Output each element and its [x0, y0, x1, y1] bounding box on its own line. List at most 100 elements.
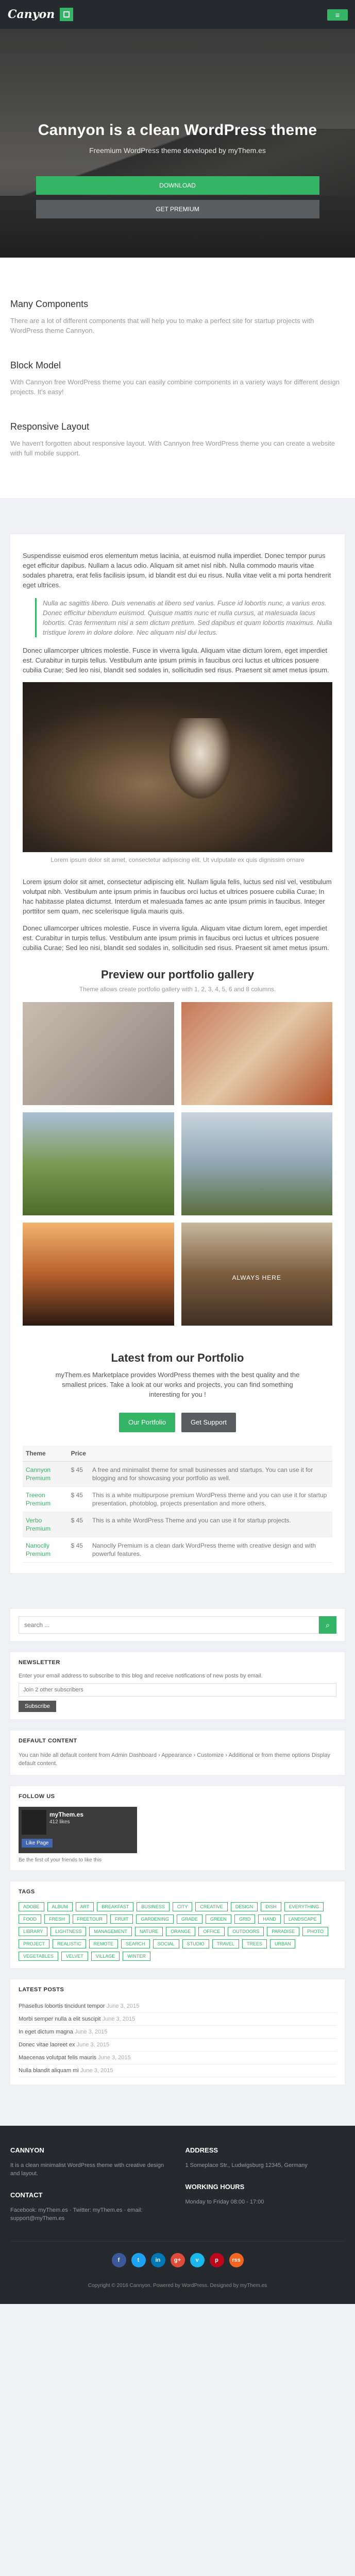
feature-item: Responsive Layout We haven't forgotten a…: [10, 421, 345, 458]
tag-link[interactable]: social: [153, 1939, 179, 1948]
list-item[interactable]: Maecenas volutpat felis mauris June 3, 2…: [19, 2052, 336, 2064]
image-caption: Lorem ipsum dolor sit amet, consectetur …: [50, 856, 305, 863]
tag-link[interactable]: gardening: [136, 1914, 174, 1924]
email-field[interactable]: [19, 1683, 336, 1697]
tag-link[interactable]: business: [137, 1902, 170, 1911]
tag-link[interactable]: nature: [134, 1927, 163, 1936]
latest-posts-widget: LATEST POSTS Phasellus lobortis tincidun…: [10, 1979, 345, 2084]
search-widget: ⌕: [10, 1609, 345, 1641]
tag-link[interactable]: library: [19, 1927, 48, 1936]
paragraph: Donec ullamcorper ultrices molestie. Fus…: [23, 924, 329, 952]
tag-link[interactable]: fruit: [110, 1914, 133, 1924]
column-header: [89, 1446, 332, 1462]
description: Nanoclly Premium is a clean dark WordPre…: [89, 1537, 332, 1563]
table-row: Verbo Premium $ 45 This is a white WordP…: [23, 1512, 332, 1537]
social-icon[interactable]: v: [190, 2253, 205, 2267]
facebook-note: Be the first of your friends to like thi…: [19, 1857, 102, 1863]
subscribe-button[interactable]: Subscribe: [19, 1701, 56, 1712]
paragraph: Donec ullamcorper ultrices molestie. Fus…: [23, 647, 329, 674]
tag-link[interactable]: studio: [182, 1939, 209, 1948]
tag-link[interactable]: adobe: [19, 1902, 44, 1911]
footer-title: WORKING HOURS: [185, 2183, 245, 2191]
social-icon[interactable]: p: [209, 2253, 224, 2267]
gallery-item[interactable]: [181, 1002, 332, 1105]
price: $ 45: [67, 1486, 89, 1512]
footer-title: ADDRESS: [185, 2146, 218, 2154]
gallery-item[interactable]: [181, 1112, 332, 1215]
tag-link[interactable]: fresh: [44, 1914, 70, 1924]
tag-link[interactable]: project: [19, 1939, 50, 1948]
theme-link[interactable]: Nanoclly Premium: [26, 1542, 50, 1557]
list-item[interactable]: Donec vitae laoreet ex June 3, 2015: [19, 2039, 336, 2052]
hero-title: Cannyon is a clean WordPress theme: [38, 122, 317, 139]
copyright: Copyright © 2016 Cannyon. Powered by Wor…: [88, 2283, 267, 2289]
tag-link[interactable]: village: [91, 1952, 120, 1961]
tag-link[interactable]: paradise: [267, 1927, 300, 1936]
list-item[interactable]: In eget dictum magna June 3, 2015: [19, 2026, 336, 2039]
gallery-item[interactable]: [23, 1112, 174, 1215]
tag-link[interactable]: office: [198, 1927, 225, 1936]
tag-link[interactable]: photo: [302, 1927, 328, 1936]
gallery-item[interactable]: ALWAYS HERE: [181, 1223, 332, 1326]
widget-title: DEFAULT CONTENT: [19, 1738, 77, 1744]
tag-link[interactable]: freetour: [72, 1914, 107, 1924]
tag-link[interactable]: realistic: [53, 1939, 86, 1948]
theme-link[interactable]: Treeon Premium: [26, 1492, 50, 1507]
tag-link[interactable]: dish: [261, 1902, 281, 1911]
tag-link[interactable]: design: [230, 1902, 258, 1911]
get-premium-button[interactable]: GET PREMIUM: [36, 200, 319, 218]
tag-link[interactable]: remote: [89, 1939, 119, 1948]
tag-link[interactable]: trees: [242, 1939, 267, 1948]
facebook-box[interactable]: myThem.es 412 likes Like Page: [19, 1807, 137, 1853]
tag-link[interactable]: grid: [234, 1914, 256, 1924]
our-portfolio-button[interactable]: Our Portfolio: [119, 1413, 175, 1432]
tag-link[interactable]: creative: [195, 1902, 228, 1911]
tag-link[interactable]: grade: [176, 1914, 202, 1924]
list-item[interactable]: Nulla blandit aliquam mi June 3, 2015: [19, 2064, 336, 2077]
list-item[interactable]: Phasellus lobortis tincidunt tempor June…: [19, 2000, 336, 2013]
tag-link[interactable]: velvet: [61, 1952, 88, 1961]
social-icon[interactable]: f: [111, 2253, 126, 2267]
social-icon[interactable]: rss: [229, 2253, 244, 2267]
tag-link[interactable]: everything: [284, 1902, 324, 1911]
theme-link[interactable]: Cannyon Premium: [26, 1466, 50, 1482]
search-icon[interactable]: ⌕: [319, 1616, 336, 1634]
page-name[interactable]: myThem.es: [49, 1811, 83, 1818]
tag-link[interactable]: breakfast: [97, 1902, 134, 1911]
social-icon[interactable]: g+: [170, 2253, 185, 2267]
tag-link[interactable]: food: [19, 1914, 41, 1924]
tag-link[interactable]: travel: [212, 1939, 239, 1948]
tag-link[interactable]: city: [172, 1902, 193, 1911]
list-item[interactable]: Morbi semper nulla a elit suscipit June …: [19, 2013, 336, 2026]
search-input[interactable]: [19, 1616, 319, 1634]
menu-icon[interactable]: ≡: [327, 9, 348, 21]
tag-link[interactable]: search: [121, 1939, 150, 1948]
tag-link[interactable]: lightness: [50, 1927, 87, 1936]
like-page-button[interactable]: Like Page: [22, 1839, 53, 1848]
tag-link[interactable]: art: [75, 1902, 94, 1911]
tag-link[interactable]: outdoors: [228, 1927, 264, 1936]
description: A free and minimalist theme for small bu…: [89, 1461, 332, 1487]
tag-link[interactable]: album: [47, 1902, 73, 1911]
gallery-item[interactable]: [23, 1223, 174, 1326]
social-icon[interactable]: t: [131, 2253, 146, 2267]
newsletter-widget: NEWSLETTER Enter your email address to s…: [10, 1652, 345, 1719]
gallery-item[interactable]: [23, 1002, 174, 1105]
tag-link[interactable]: orange: [166, 1927, 196, 1936]
social-icon[interactable]: in: [150, 2253, 165, 2267]
themes-table: Theme Price Cannyon Premium $ 45 A free …: [23, 1446, 332, 1563]
features-section: Many Components There are a lot of diffe…: [0, 258, 355, 498]
table-row: Nanoclly Premium $ 45 Nanoclly Premium i…: [23, 1537, 332, 1563]
tag-link[interactable]: green: [205, 1914, 231, 1924]
theme-link[interactable]: Verbo Premium: [26, 1517, 50, 1532]
tag-link[interactable]: winter: [123, 1952, 150, 1961]
tag-link[interactable]: hand: [258, 1914, 281, 1924]
tag-link[interactable]: management: [89, 1927, 132, 1936]
tag-link[interactable]: landscape: [283, 1914, 322, 1924]
download-button[interactable]: DOWNLOAD: [36, 176, 319, 195]
site-logo[interactable]: Canyon: [8, 8, 55, 21]
widget-text: You can hide all default content from Ad…: [19, 1752, 330, 1767]
tag-link[interactable]: vegetables: [19, 1952, 58, 1961]
tag-link[interactable]: urban: [269, 1939, 296, 1948]
get-support-button[interactable]: Get Support: [181, 1413, 236, 1432]
